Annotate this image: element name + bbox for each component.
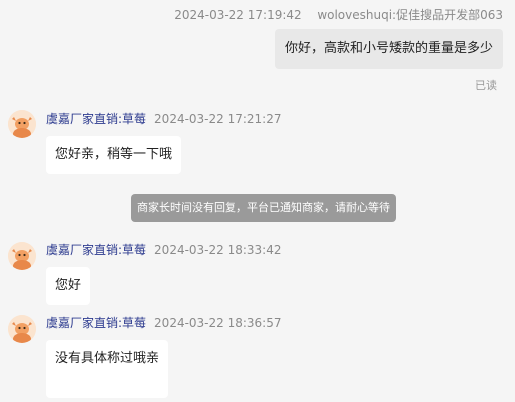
incoming-text: 没有具体称过哦亲 xyxy=(55,351,160,366)
incoming-bubble[interactable]: 没有具体称过哦亲 xyxy=(46,340,169,398)
sender-name[interactable]: 虞嘉厂家直销:草莓 xyxy=(46,315,146,331)
read-status: 已读 xyxy=(475,79,497,92)
incoming-header: 虞嘉厂家直销:草莓 2024-03-22 18:33:42 xyxy=(46,242,282,258)
cartoon-bull-avatar-icon xyxy=(8,315,36,343)
cartoon-bull-avatar-icon xyxy=(8,110,36,138)
incoming-bubble[interactable]: 您好亲，稍等一下哦 xyxy=(46,136,182,174)
avatar[interactable] xyxy=(8,315,36,343)
outgoing-meta: 2024-03-22 17:19:42 woloveshuqi:促佳搜品开发部0… xyxy=(174,7,503,23)
cartoon-bull-avatar-icon xyxy=(8,242,36,270)
incoming-text: 您好 xyxy=(55,278,82,293)
outgoing-sender: woloveshuqi:促佳搜品开发部063 xyxy=(317,8,503,22)
incoming-timestamp: 2024-03-22 17:21:27 xyxy=(154,112,282,126)
system-notice: 商家长时间没有回复，平台已通知商家，请耐心等待 xyxy=(131,194,396,222)
avatar[interactable] xyxy=(8,110,36,138)
avatar[interactable] xyxy=(8,242,36,270)
incoming-timestamp: 2024-03-22 18:33:42 xyxy=(154,243,282,257)
outgoing-timestamp: 2024-03-22 17:19:42 xyxy=(174,8,302,22)
outgoing-text: 你好，高款和小号矮款的重量是多少 xyxy=(284,41,493,56)
incoming-text: 您好亲，稍等一下哦 xyxy=(55,147,173,162)
sender-name[interactable]: 虞嘉厂家直销:草莓 xyxy=(46,111,146,127)
incoming-header: 虞嘉厂家直销:草莓 2024-03-22 18:36:57 xyxy=(46,315,282,331)
outgoing-bubble[interactable]: 你好，高款和小号矮款的重量是多少 xyxy=(274,29,503,69)
outgoing-message: 2024-03-22 17:19:42 woloveshuqi:促佳搜品开发部0… xyxy=(174,7,503,23)
system-notice-text: 商家长时间没有回复，平台已通知商家，请耐心等待 xyxy=(137,201,390,214)
incoming-timestamp: 2024-03-22 18:36:57 xyxy=(154,316,282,330)
incoming-header: 虞嘉厂家直销:草莓 2024-03-22 17:21:27 xyxy=(46,111,282,127)
sender-name[interactable]: 虞嘉厂家直销:草莓 xyxy=(46,242,146,258)
incoming-bubble[interactable]: 您好 xyxy=(46,267,91,305)
